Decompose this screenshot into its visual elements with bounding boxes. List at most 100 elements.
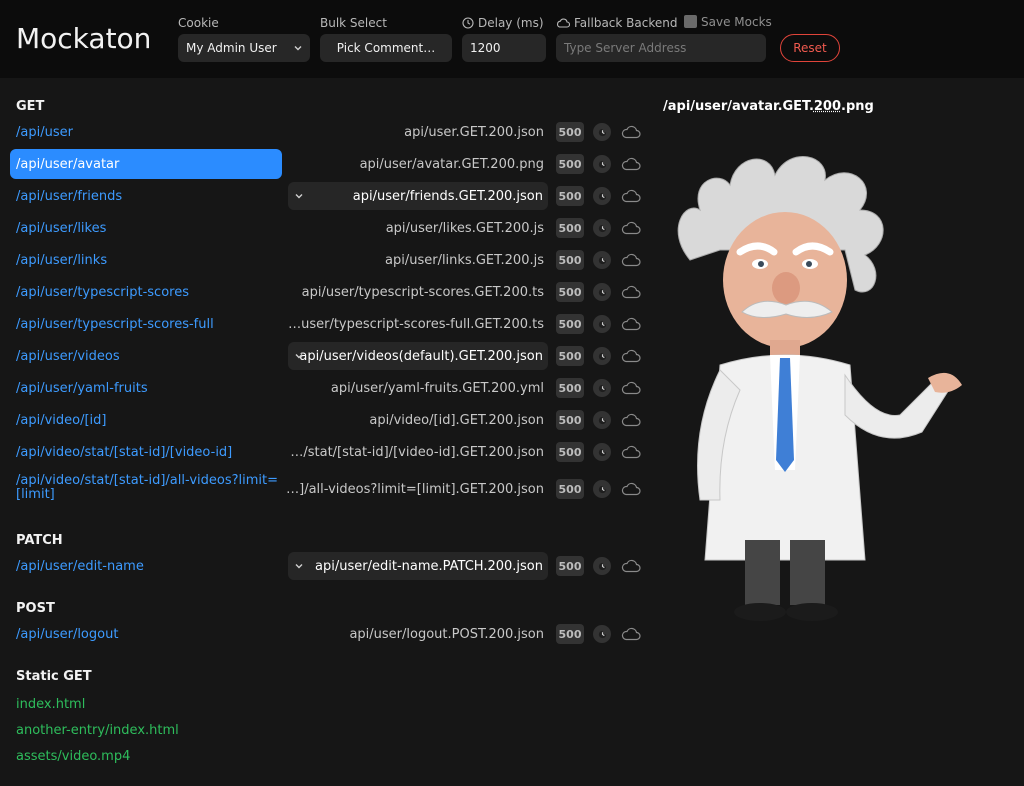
status-500-toggle[interactable]: 500 xyxy=(556,314,584,334)
delay-toggle-button[interactable] xyxy=(593,480,611,498)
clock-icon xyxy=(598,320,606,328)
cloud-icon xyxy=(621,125,641,139)
proxy-toggle-button[interactable] xyxy=(621,157,641,171)
route-link[interactable]: /api/user/yaml-fruits xyxy=(10,373,282,403)
preview-title: /api/user/avatar.GET.200.png xyxy=(663,99,874,114)
proxy-toggle-button[interactable] xyxy=(621,253,641,267)
cloud-icon xyxy=(621,381,641,395)
static-file-link[interactable]: assets/video.mp4 xyxy=(10,741,282,771)
delay-input[interactable]: 1200 xyxy=(462,34,546,62)
fallback-backend-input[interactable]: Type Server Address xyxy=(556,34,766,62)
status-500-toggle[interactable]: 500 xyxy=(556,624,584,644)
route-link[interactable]: /api/user/friends xyxy=(10,181,282,211)
cloud-icon xyxy=(621,482,641,496)
cookie-select[interactable]: My Admin User xyxy=(178,34,310,62)
route-link[interactable]: /api/video/stat/[stat-id]/all-videos?lim… xyxy=(10,471,282,505)
delay-toggle-button[interactable] xyxy=(593,411,611,429)
delay-toggle-button[interactable] xyxy=(593,315,611,333)
status-500-toggle[interactable]: 500 xyxy=(556,442,584,462)
fallback-label: Fallback Backend xyxy=(556,16,677,30)
route-link[interactable]: /api/user/edit-name xyxy=(10,551,282,581)
save-mocks-checkbox[interactable] xyxy=(684,15,697,28)
route-link[interactable]: /api/user/typescript-scores-full xyxy=(10,309,282,339)
route-link[interactable]: /api/user/likes xyxy=(10,213,282,243)
delay-toggle-button[interactable] xyxy=(593,251,611,269)
proxy-toggle-button[interactable] xyxy=(621,285,641,299)
status-500-toggle[interactable]: 500 xyxy=(556,556,584,576)
clock-icon xyxy=(598,224,606,232)
clock-icon xyxy=(462,17,474,29)
proxy-toggle-button[interactable] xyxy=(621,189,641,203)
delay-toggle-button[interactable] xyxy=(593,557,611,575)
mock-file-name: …user/typescript-scores-full.GET.200.ts xyxy=(288,316,544,332)
status-500-toggle[interactable]: 500 xyxy=(556,410,584,430)
mock-file-select[interactable]: api/user/friends.GET.200.json xyxy=(288,182,548,210)
route-link[interactable]: /api/user/videos xyxy=(10,341,282,371)
mock-file-name: api/user/links.GET.200.js xyxy=(385,252,544,268)
delay-toggle-button[interactable] xyxy=(593,123,611,141)
chevron-down-icon xyxy=(295,564,303,569)
section-title-patch: PATCH xyxy=(16,533,63,548)
proxy-toggle-button[interactable] xyxy=(621,317,641,331)
mock-file-name: api/user/friends.GET.200.json xyxy=(352,188,543,204)
cloud-icon xyxy=(621,349,641,363)
proxy-toggle-button[interactable] xyxy=(621,445,641,459)
delay-toggle-button[interactable] xyxy=(593,379,611,397)
proxy-toggle-button[interactable] xyxy=(621,125,641,139)
mock-file-select[interactable]: api/user/videos(default).GET.200.json xyxy=(288,342,548,370)
route-link[interactable]: /api/user/logout xyxy=(10,619,282,649)
status-500-toggle[interactable]: 500 xyxy=(556,154,584,174)
route-link[interactable]: /api/user/links xyxy=(10,245,282,275)
route-link[interactable]: /api/user xyxy=(10,117,282,147)
proxy-toggle-button[interactable] xyxy=(621,221,641,235)
mock-file-name: api/user/likes.GET.200.js xyxy=(385,220,544,236)
chevron-down-icon xyxy=(294,46,302,51)
bulk-select-label: Bulk Select xyxy=(320,16,387,30)
clock-icon xyxy=(598,384,606,392)
route-link[interactable]: /api/video/[id] xyxy=(10,405,282,435)
delay-toggle-button[interactable] xyxy=(593,625,611,643)
cookie-label: Cookie xyxy=(178,16,219,30)
proxy-toggle-button[interactable] xyxy=(621,482,641,496)
status-500-toggle[interactable]: 500 xyxy=(556,186,584,206)
status-500-toggle[interactable]: 500 xyxy=(556,122,584,142)
delay-toggle-button[interactable] xyxy=(593,155,611,173)
mock-file-name: api/user/edit-name.PATCH.200.json xyxy=(315,558,543,574)
status-500-toggle[interactable]: 500 xyxy=(556,250,584,270)
proxy-toggle-button[interactable] xyxy=(621,349,641,363)
mock-file-name: api/user/videos(default).GET.200.json xyxy=(299,348,543,364)
status-500-toggle[interactable]: 500 xyxy=(556,346,584,366)
mock-file-select[interactable]: api/user/edit-name.PATCH.200.json xyxy=(288,552,548,580)
proxy-toggle-button[interactable] xyxy=(621,413,641,427)
status-500-toggle[interactable]: 500 xyxy=(556,378,584,398)
proxy-toggle-button[interactable] xyxy=(621,381,641,395)
bulk-select-button[interactable]: Pick Comment… xyxy=(320,34,452,62)
proxy-toggle-button[interactable] xyxy=(621,559,641,573)
cloud-icon xyxy=(621,317,641,331)
status-500-toggle[interactable]: 500 xyxy=(556,282,584,302)
route-link[interactable]: /api/user/avatar xyxy=(10,149,282,179)
delay-toggle-button[interactable] xyxy=(593,283,611,301)
reset-button[interactable]: Reset xyxy=(780,34,840,62)
cloud-icon xyxy=(557,18,570,28)
avatar-preview-image xyxy=(677,156,962,621)
status-500-toggle[interactable]: 500 xyxy=(556,218,584,238)
clock-icon xyxy=(598,562,606,570)
delay-toggle-button[interactable] xyxy=(593,187,611,205)
route-link[interactable]: /api/video/stat/[stat-id]/[video-id] xyxy=(10,437,282,467)
cloud-icon xyxy=(621,157,641,171)
route-link[interactable]: /api/user/typescript-scores xyxy=(10,277,282,307)
delay-label: Delay (ms) xyxy=(462,16,544,30)
chevron-down-icon xyxy=(295,354,303,359)
status-500-toggle[interactable]: 500 xyxy=(556,479,584,499)
cloud-icon xyxy=(621,285,641,299)
top-toolbar: Mockaton Cookie My Admin User Bulk Selec… xyxy=(0,0,1024,78)
delay-toggle-button[interactable] xyxy=(593,219,611,237)
section-title-static: Static GET xyxy=(16,669,92,684)
delay-toggle-button[interactable] xyxy=(593,443,611,461)
delay-toggle-button[interactable] xyxy=(593,347,611,365)
proxy-toggle-button[interactable] xyxy=(621,627,641,641)
cloud-icon xyxy=(621,413,641,427)
clock-icon xyxy=(598,485,606,493)
cloud-icon xyxy=(621,221,641,235)
